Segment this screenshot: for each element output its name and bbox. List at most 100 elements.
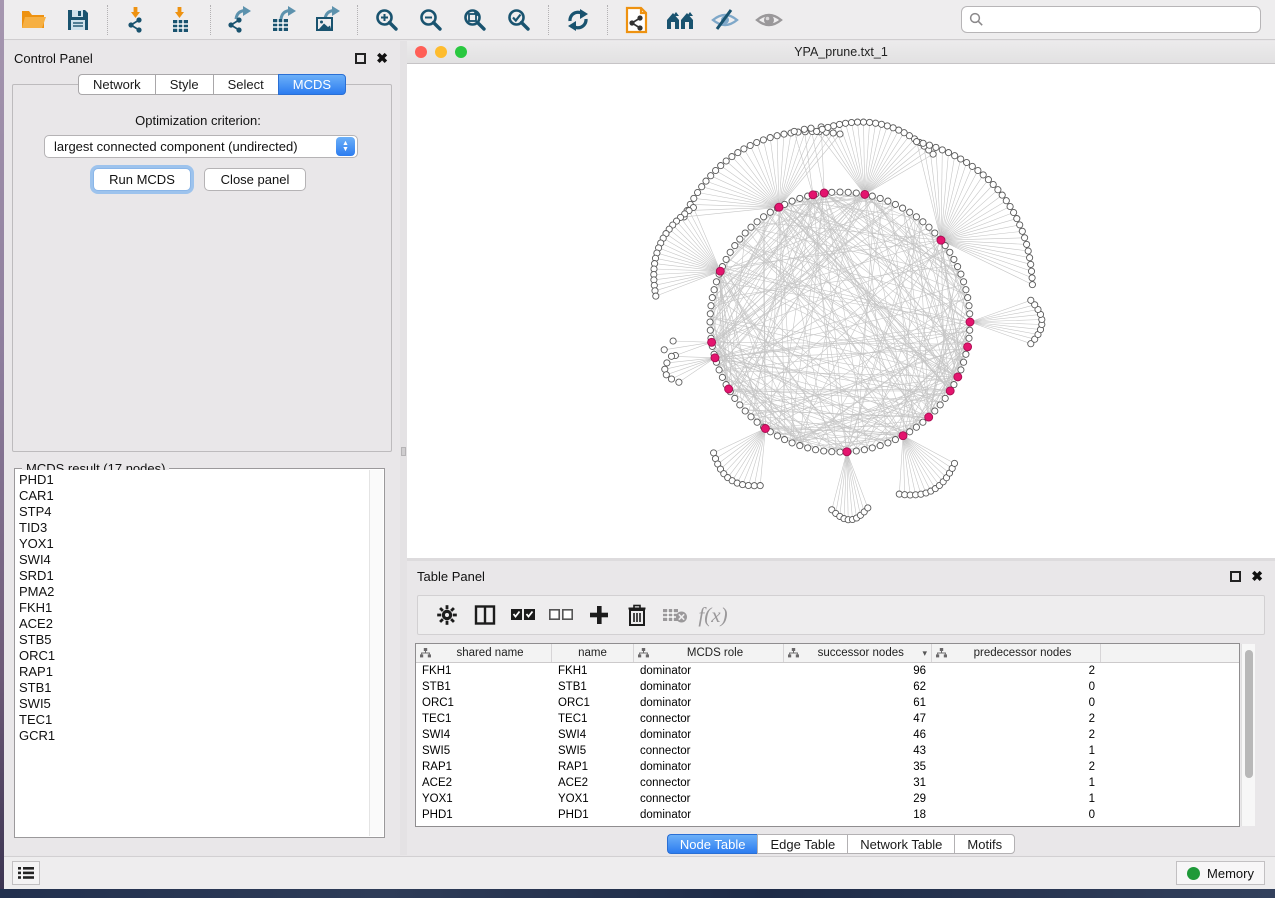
network-graph[interactable]	[407, 64, 1275, 558]
export-image-icon[interactable]	[311, 5, 345, 35]
mcds-result-item[interactable]: SRD1	[19, 568, 369, 584]
table-row[interactable]: ORC1ORC1dominator610	[416, 695, 1239, 711]
column-header-name[interactable]: name	[552, 644, 634, 662]
export-network-icon[interactable]	[223, 5, 257, 35]
table-row[interactable]: SWI5SWI5connector431	[416, 743, 1239, 759]
cell-shared-name: TEC1	[416, 713, 552, 725]
run-mcds-button[interactable]: Run MCDS	[93, 168, 191, 191]
mcds-result-item[interactable]: ACE2	[19, 616, 369, 632]
table-row[interactable]: YOX1YOX1connector291	[416, 791, 1239, 807]
table-row[interactable]: TEC1TEC1connector472	[416, 711, 1239, 727]
control-panel-tabs: NetworkStyleSelectMCDS	[78, 74, 346, 95]
float-panel-icon[interactable]	[355, 53, 366, 64]
close-panel-button[interactable]: Close panel	[204, 168, 306, 191]
zoom-selected-icon[interactable]	[502, 5, 536, 35]
mcds-result-list[interactable]: PHD1CAR1STP4TID3YOX1SWI4SRD1PMA2FKH1ACE2…	[15, 470, 369, 836]
tab-node-table[interactable]: Node Table	[667, 834, 758, 854]
deselect-all-icon[interactable]	[546, 601, 576, 629]
mcds-result-item[interactable]: TEC1	[19, 712, 369, 728]
mcds-result-item[interactable]: STB1	[19, 680, 369, 696]
cell-shared-name: SWI5	[416, 745, 552, 757]
vertical-splitter[interactable]	[400, 41, 407, 855]
tab-select[interactable]: Select	[213, 74, 278, 95]
search-icon	[969, 12, 984, 27]
mcds-list-scrollbar[interactable]	[369, 470, 383, 836]
table-row[interactable]: PHD1PHD1dominator180	[416, 807, 1239, 823]
cell-shared-name: RAP1	[416, 761, 552, 773]
tab-motifs[interactable]: Motifs	[954, 834, 1015, 854]
tab-mcds[interactable]: MCDS	[278, 74, 346, 95]
column-header-successor-nodes[interactable]: successor nodes▾	[784, 644, 932, 662]
zoom-in-icon[interactable]	[370, 5, 404, 35]
mcds-result-item[interactable]: ORC1	[19, 648, 369, 664]
node-table[interactable]: shared namenameMCDS rolesuccessor nodes▾…	[415, 643, 1240, 827]
mcds-result-item[interactable]: STB5	[19, 632, 369, 648]
add-icon[interactable]	[584, 601, 614, 629]
mcds-result-item[interactable]: GCR1	[19, 728, 369, 744]
mcds-result-item[interactable]: CAR1	[19, 488, 369, 504]
import-network-icon[interactable]	[120, 5, 154, 35]
refresh-icon[interactable]	[561, 5, 595, 35]
mcds-result-item[interactable]: FKH1	[19, 600, 369, 616]
network-search-box[interactable]	[961, 6, 1261, 33]
status-bar: Memory	[4, 856, 1275, 889]
memory-button[interactable]: Memory	[1176, 861, 1265, 885]
table-row[interactable]: RAP1RAP1dominator352	[416, 759, 1239, 775]
search-input[interactable]	[984, 10, 1244, 30]
cell-successor-nodes: 47	[784, 713, 932, 725]
mcds-result-item[interactable]: STP4	[19, 504, 369, 520]
table-row[interactable]: FKH1FKH1dominator962	[416, 663, 1239, 679]
search-network-icon[interactable]	[664, 5, 698, 35]
cell-name: SWI4	[552, 729, 634, 741]
column-header-MCDS-role[interactable]: MCDS role	[634, 644, 784, 662]
list-icon	[18, 866, 34, 880]
cell-name: TEC1	[552, 713, 634, 725]
import-table-icon[interactable]	[164, 5, 198, 35]
open-file-icon[interactable]	[17, 5, 51, 35]
delete-icon[interactable]	[622, 601, 652, 629]
network-view-titlebar[interactable]: YPA_prune.txt_1	[407, 41, 1275, 64]
save-session-icon[interactable]	[61, 5, 95, 35]
tab-edge-table[interactable]: Edge Table	[757, 834, 847, 854]
mcds-result-item[interactable]: YOX1	[19, 536, 369, 552]
cell-MCDS-role: dominator	[634, 697, 784, 709]
mcds-result-item[interactable]: SWI4	[19, 552, 369, 568]
close-panel-icon[interactable]: ✖	[376, 53, 388, 64]
float-table-panel-icon[interactable]	[1230, 571, 1241, 582]
mcds-result-item[interactable]: PHD1	[19, 472, 369, 488]
close-table-panel-icon[interactable]: ✖	[1251, 571, 1263, 582]
network-column-icon	[936, 648, 947, 658]
network-canvas[interactable]	[407, 64, 1275, 558]
table-scrollbar-thumb[interactable]	[1245, 650, 1253, 778]
table-row[interactable]: ACE2ACE2connector311	[416, 775, 1239, 791]
criterion-select[interactable]: largest connected component (undirected)…	[44, 135, 358, 158]
zoom-fit-icon[interactable]	[458, 5, 492, 35]
zoom-out-icon[interactable]	[414, 5, 448, 35]
columns-icon[interactable]	[470, 601, 500, 629]
cell-predecessor-nodes: 0	[932, 681, 1101, 693]
mcds-result-item[interactable]: RAP1	[19, 664, 369, 680]
column-header-shared-name[interactable]: shared name	[416, 644, 552, 662]
tab-network-table[interactable]: Network Table	[847, 834, 954, 854]
table-row[interactable]: STB1STB1dominator620	[416, 679, 1239, 695]
show-panel-icon[interactable]	[752, 5, 786, 35]
export-table-icon[interactable]	[267, 5, 301, 35]
hide-panel-icon[interactable]	[708, 5, 742, 35]
mcds-result-item[interactable]: PMA2	[19, 584, 369, 600]
table-row[interactable]: SWI4SWI4dominator462	[416, 727, 1239, 743]
mcds-result-item[interactable]: TID3	[19, 520, 369, 536]
tab-network[interactable]: Network	[78, 74, 155, 95]
cell-successor-nodes: 29	[784, 793, 932, 805]
tab-style[interactable]: Style	[155, 74, 213, 95]
select-all-icon[interactable]	[508, 601, 538, 629]
share-network-icon[interactable]	[620, 5, 654, 35]
gear-icon[interactable]	[432, 601, 462, 629]
task-history-button[interactable]	[12, 861, 40, 885]
column-header-predecessor-nodes[interactable]: predecessor nodes	[932, 644, 1101, 662]
mcds-result-item[interactable]: SWI5	[19, 696, 369, 712]
cell-shared-name: ACE2	[416, 777, 552, 789]
cell-predecessor-nodes: 0	[932, 809, 1101, 821]
table-scrollbar[interactable]	[1241, 644, 1255, 826]
control-panel-titlebar: Control Panel ✖	[4, 45, 400, 71]
splitter-grip[interactable]	[401, 447, 406, 456]
